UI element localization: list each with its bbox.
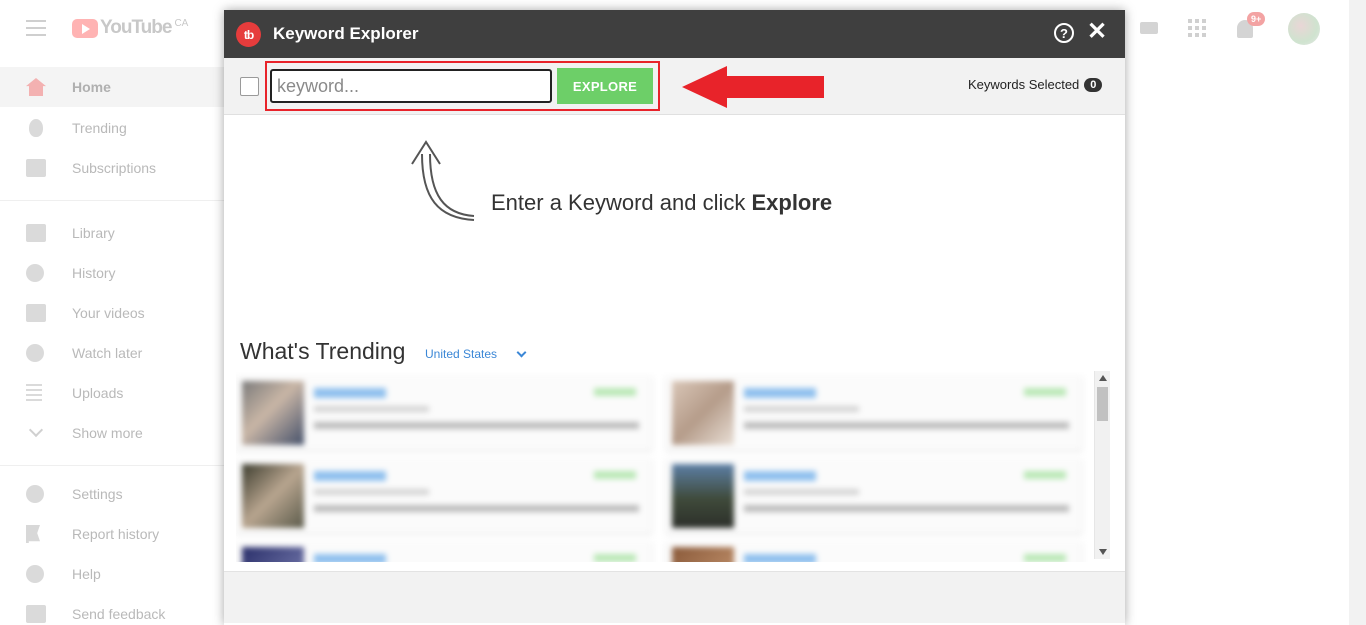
- keywords-selected-count: 0: [1084, 77, 1103, 92]
- trending-card[interactable]: [666, 542, 1082, 562]
- sidebar-item-label: Help: [72, 566, 101, 582]
- gear-icon: [26, 485, 44, 503]
- hint-emphasis: Explore: [751, 190, 833, 215]
- keywords-selected-label: Keywords Selected: [968, 77, 1080, 92]
- trending-card[interactable]: [236, 376, 652, 450]
- select-all-checkbox[interactable]: [240, 77, 259, 96]
- modal-footer: [224, 571, 1125, 623]
- your-videos-icon: [26, 304, 46, 322]
- chevron-down-icon: [28, 422, 44, 438]
- sidebar-item-home[interactable]: Home: [0, 67, 224, 107]
- menu-icon[interactable]: [26, 20, 46, 36]
- youtube-logo[interactable]: YouTube CA: [72, 17, 188, 39]
- sidebar-item-help[interactable]: Help: [0, 554, 224, 594]
- sidebar-item-label: Library: [72, 225, 115, 241]
- trending-list: [236, 372, 1110, 562]
- sidebar-item-label: Watch later: [72, 345, 143, 361]
- trending-card[interactable]: [236, 542, 652, 562]
- sidebar-divider: [0, 465, 224, 466]
- sidebar-item-label: Subscriptions: [72, 160, 157, 176]
- annotation-arrow-icon: [682, 66, 824, 108]
- page-scrollbar[interactable]: [1349, 0, 1366, 625]
- sidebar-item-your-videos[interactable]: Your videos: [0, 293, 224, 333]
- youtube-logo-region: CA: [174, 17, 189, 29]
- trending-scrollbar[interactable]: [1094, 371, 1110, 559]
- trending-title: What's Trending: [240, 338, 406, 364]
- home-icon: [26, 78, 46, 96]
- sidebar-item-uploads[interactable]: Uploads: [0, 373, 224, 413]
- sidebar-item-library[interactable]: Library: [0, 213, 224, 253]
- sidebar-item-subscriptions[interactable]: Subscriptions: [0, 148, 224, 188]
- scroll-up-icon[interactable]: [1099, 375, 1107, 381]
- video-thumbnail: [672, 464, 734, 528]
- hint-text: Enter a Keyword and click Explore: [491, 190, 832, 216]
- sidebar-item-label: Uploads: [72, 385, 124, 401]
- keyword-explorer-modal: tb Keyword Explorer ? ✕ EXPLORE Keywords…: [224, 10, 1125, 625]
- sidebar-item-label: History: [72, 265, 116, 281]
- sidebar-item-history[interactable]: History: [0, 253, 224, 293]
- history-icon: [26, 264, 44, 282]
- curved-arrow-icon: [411, 140, 475, 221]
- flag-icon: [26, 525, 40, 543]
- video-camera-icon[interactable]: [1140, 22, 1158, 34]
- sidebar-item-show-more[interactable]: Show more: [0, 413, 224, 453]
- search-toolbar: EXPLORE Keywords Selected 0: [224, 58, 1125, 115]
- keywords-selected: Keywords Selected 0: [968, 77, 1103, 92]
- playlist-icon: [26, 384, 42, 402]
- subscriptions-icon: [26, 159, 46, 177]
- sidebar-item-send-feedback[interactable]: Send feedback: [0, 594, 224, 625]
- sidebar-item-watch-later[interactable]: Watch later: [0, 333, 224, 373]
- trending-card[interactable]: [236, 459, 652, 533]
- explore-button[interactable]: EXPLORE: [557, 68, 653, 104]
- avatar[interactable]: [1288, 13, 1320, 45]
- youtube-logo-word: YouTube: [100, 17, 172, 38]
- modal-title: Keyword Explorer: [273, 24, 419, 43]
- chevron-down-icon[interactable]: [516, 347, 527, 358]
- close-icon[interactable]: ✕: [1087, 19, 1107, 45]
- trending-card[interactable]: [666, 376, 1082, 450]
- sidebar-item-settings[interactable]: Settings: [0, 474, 224, 514]
- sidebar-item-trending[interactable]: Trending: [0, 108, 224, 148]
- youtube-play-icon: [72, 18, 98, 38]
- video-thumbnail: [672, 547, 734, 562]
- sidebar-item-label: Home: [72, 79, 111, 95]
- clock-icon: [26, 344, 44, 362]
- sidebar-item-label: Trending: [72, 120, 127, 136]
- trending-country-select[interactable]: United States: [425, 347, 497, 361]
- hint-prefix: Enter a Keyword and click: [491, 190, 752, 215]
- video-thumbnail: [672, 381, 734, 445]
- sidebar-item-label: Report history: [72, 526, 160, 542]
- scroll-thumb[interactable]: [1097, 387, 1108, 421]
- trending-card[interactable]: [666, 459, 1082, 533]
- keyword-input[interactable]: [270, 69, 552, 103]
- video-thumbnail: [242, 547, 304, 562]
- scroll-down-icon[interactable]: [1099, 549, 1107, 555]
- sidebar-item-label: Settings: [72, 486, 123, 502]
- help-icon: [26, 565, 44, 583]
- feedback-icon: [26, 605, 46, 623]
- sidebar-item-report-history[interactable]: Report history: [0, 514, 224, 554]
- sidebar-divider: [0, 200, 224, 201]
- youtube-sidebar: Home Trending Subscriptions Library Hist…: [0, 56, 224, 625]
- notification-badge: 9+: [1247, 12, 1266, 26]
- video-thumbnail: [242, 464, 304, 528]
- flame-icon: [29, 119, 43, 137]
- sidebar-item-label: Show more: [72, 425, 143, 441]
- modal-header: tb Keyword Explorer ? ✕: [224, 10, 1125, 58]
- library-icon: [26, 224, 46, 242]
- tubebuddy-logo-icon: tb: [236, 22, 261, 47]
- sidebar-item-label: Your videos: [72, 305, 145, 321]
- video-thumbnail: [242, 381, 304, 445]
- help-icon[interactable]: ?: [1054, 23, 1074, 43]
- sidebar-item-label: Send feedback: [72, 606, 166, 622]
- apps-grid-icon[interactable]: [1188, 19, 1206, 37]
